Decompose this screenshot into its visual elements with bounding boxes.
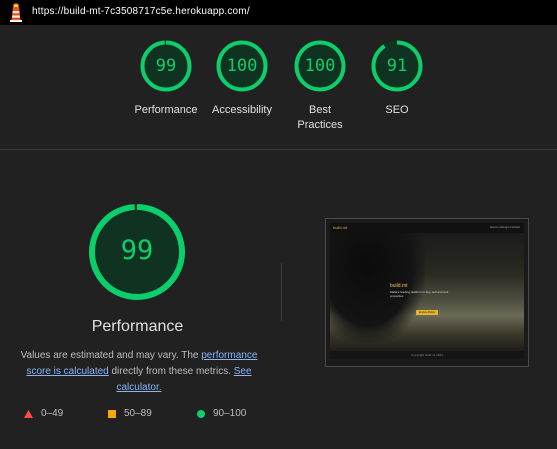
legend-fail: 0–49: [24, 408, 63, 419]
performance-title: Performance: [91, 318, 184, 335]
screenshot-brand: build.mt: [333, 225, 348, 230]
screenshot-hero-subtitle: Malta's leading platform to buy, sell an…: [390, 290, 449, 298]
legend-average: 50–89: [108, 408, 152, 419]
screenshot-hero-title: build.mt: [390, 283, 408, 289]
legend-pass: 90–100: [197, 408, 246, 419]
screenshot-nav-links: Home Listings Contact: [489, 225, 520, 229]
category-gauges: 99 Performance 100 Accessibility 100 Bes…: [0, 25, 557, 149]
circle-icon: [197, 409, 205, 418]
section-divider: [0, 149, 557, 150]
performance-score: 99: [120, 235, 154, 266]
legend-range: 50–89: [124, 408, 152, 419]
performance-description: Values are estimated and may vary. The p…: [8, 348, 270, 396]
report-url[interactable]: https://build-mt-7c3508717c5e.herokuapp.…: [32, 6, 250, 17]
gauge-label: SEO: [385, 104, 409, 116]
gauge-score: 91: [386, 56, 408, 76]
desc-text: directly from these metrics.: [108, 366, 234, 377]
triangle-icon: [24, 409, 33, 418]
desc-text: Values are estimated and may vary. The: [20, 350, 202, 361]
gauge-label: Best Practices: [297, 104, 343, 131]
screenshot-copyright: Copyright build.mt 2024: [411, 353, 443, 357]
lighthouse-icon: [10, 3, 22, 22]
gauge-accessibility[interactable]: 100 Accessibility: [197, 40, 287, 118]
gauge-score: 100: [226, 56, 258, 76]
gauge-label: Accessibility: [212, 104, 272, 116]
screenshot-hero-button: Explore Builds: [416, 310, 438, 315]
screenshot-nav: build.mt Home Listings Contact: [330, 223, 524, 233]
legend-range: 90–100: [213, 408, 247, 419]
screenshot-page: build.mt Home Listings Contact build.mt …: [330, 223, 524, 359]
final-screenshot[interactable]: build.mt Home Listings Contact build.mt …: [325, 218, 529, 367]
legend-range: 0–49: [41, 408, 64, 419]
top-bar: https://build-mt-7c3508717c5e.herokuapp.…: [0, 0, 557, 25]
screenshot-tree: [330, 233, 425, 343]
square-icon: [108, 409, 116, 418]
vertical-divider: [281, 263, 282, 321]
gauge-seo[interactable]: 91 SEO: [352, 40, 442, 118]
